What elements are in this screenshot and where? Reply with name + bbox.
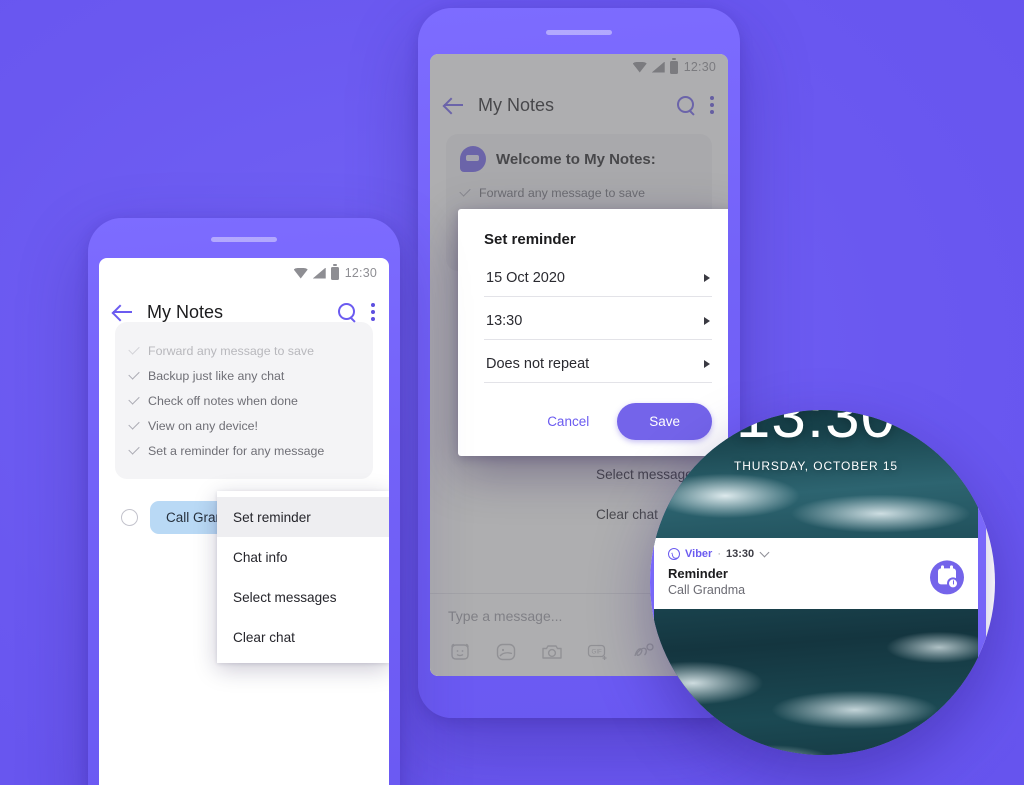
signal-icon xyxy=(651,61,665,73)
notification-time: 13:30 xyxy=(725,548,755,560)
menu-item-set-reminder[interactable]: Set reminder xyxy=(217,497,389,537)
reminder-calendar-clock-icon xyxy=(930,559,964,594)
note-text: Forward any message to save xyxy=(148,343,314,358)
menu-item-chat-info[interactable]: Chat info xyxy=(217,537,389,577)
list-item: Backup just like any chat xyxy=(128,363,359,388)
center-welcome-row: Welcome to My Notes: xyxy=(460,146,698,172)
left-page-title: My Notes xyxy=(147,301,224,322)
note-text: Set a reminder for any message xyxy=(148,443,325,458)
chevron-right-icon xyxy=(704,360,710,368)
center-app-bar: My Notes xyxy=(430,80,728,130)
chevron-down-icon[interactable] xyxy=(759,547,770,558)
screenshot-stage: 12:30 My Notes Welcome to My Notes: Forw… xyxy=(0,0,1024,785)
center-status-time: 12:30 xyxy=(683,60,716,74)
note-text: Backup just like any chat xyxy=(148,368,285,383)
magnifier-content: 13:30 THURSDAY, OCTOBER 15 Viber · 13:30… xyxy=(650,410,995,755)
note-text: View on any device! xyxy=(148,418,258,433)
back-arrow-icon[interactable] xyxy=(113,302,133,322)
center-status-bar: 12:30 xyxy=(430,54,728,80)
search-icon[interactable] xyxy=(338,302,357,322)
cancel-button[interactable]: Cancel xyxy=(541,406,595,437)
overflow-menu-icon[interactable] xyxy=(710,96,714,114)
note-text: Check off notes when done xyxy=(148,393,298,408)
left-status-icons xyxy=(293,266,339,280)
check-icon xyxy=(128,443,140,455)
note-text: Forward any message to save xyxy=(479,185,645,200)
lock-screen-date: THURSDAY, OCTOBER 15 xyxy=(733,459,899,473)
left-context-menu[interactable]: Set reminder Chat info Select messages C… xyxy=(217,491,389,663)
wifi-icon xyxy=(632,61,647,73)
reminder-date-value: 15 Oct 2020 xyxy=(486,270,565,286)
dialog-title: Set reminder xyxy=(484,231,576,248)
notification-app-name: Viber xyxy=(685,548,713,560)
menu-item-select-messages[interactable]: Select messages xyxy=(217,577,389,617)
list-item: View on any device! xyxy=(128,413,359,438)
back-arrow-icon[interactable] xyxy=(444,95,464,115)
reminder-time-value: 13:30 xyxy=(486,313,523,329)
check-icon xyxy=(128,368,140,380)
list-item: Forward any message to save xyxy=(128,338,359,363)
left-status-time: 12:30 xyxy=(344,266,377,280)
my-notes-avatar-icon xyxy=(460,146,486,172)
list-item: Forward any message to save xyxy=(459,180,698,205)
menu-item-clear-chat[interactable]: Clear chat xyxy=(217,617,389,657)
viber-icon xyxy=(668,548,680,560)
center-welcome-heading: Welcome to My Notes: xyxy=(496,150,656,168)
left-phone: 12:30 My Notes Forward any message to sa… xyxy=(88,218,400,785)
wifi-icon xyxy=(293,267,308,279)
list-item: Set a reminder for any message xyxy=(128,438,359,463)
message-checkbox[interactable] xyxy=(121,509,138,526)
dialog-row-time[interactable]: 13:30 xyxy=(484,309,712,340)
reminder-repeat-value: Does not repeat xyxy=(486,356,590,372)
notification-title: Reminder xyxy=(668,566,728,581)
check-icon xyxy=(128,393,140,405)
notification-separator: · xyxy=(717,548,721,560)
check-icon xyxy=(128,343,140,355)
emoji-icon[interactable] xyxy=(494,640,518,664)
left-phone-speaker xyxy=(211,237,277,242)
list-item: Check off notes when done xyxy=(128,388,359,413)
gif-icon[interactable]: GIF xyxy=(586,640,610,664)
overflow-menu-icon[interactable] xyxy=(371,303,375,321)
battery-icon xyxy=(330,266,339,280)
center-page-title: My Notes xyxy=(478,94,555,115)
lock-screen: 13:30 THURSDAY, OCTOBER 15 Viber · 13:30… xyxy=(654,410,978,755)
lock-screen-clock: 13:30 xyxy=(735,410,897,451)
dialog-row-repeat[interactable]: Does not repeat xyxy=(484,352,712,383)
lock-screen-magnifier: 13:30 THURSDAY, OCTOBER 15 Viber · 13:30… xyxy=(650,410,995,755)
search-icon[interactable] xyxy=(677,95,696,115)
svg-text:GIF: GIF xyxy=(592,648,603,655)
left-notes-card: Forward any message to save Backup just … xyxy=(115,322,373,479)
chevron-right-icon xyxy=(704,317,710,325)
check-icon xyxy=(459,185,471,197)
dialog-row-date[interactable]: 15 Oct 2020 xyxy=(484,266,712,297)
signal-icon xyxy=(312,267,326,279)
center-status-icons xyxy=(632,60,678,74)
camera-icon[interactable] xyxy=(540,640,564,664)
lock-screen-notification[interactable]: Viber · 13:30 Reminder Call Grandma xyxy=(654,538,978,609)
left-phone-screen: 12:30 My Notes Forward any message to sa… xyxy=(99,258,389,785)
center-phone-speaker xyxy=(546,30,612,35)
chevron-right-icon xyxy=(704,274,710,282)
notification-body: Call Grandma xyxy=(668,583,746,597)
battery-icon xyxy=(669,60,678,74)
notification-header: Viber · 13:30 xyxy=(668,547,964,560)
left-status-bar: 12:30 xyxy=(99,258,389,288)
sticker-icon[interactable] xyxy=(448,640,472,664)
check-icon xyxy=(128,418,140,430)
